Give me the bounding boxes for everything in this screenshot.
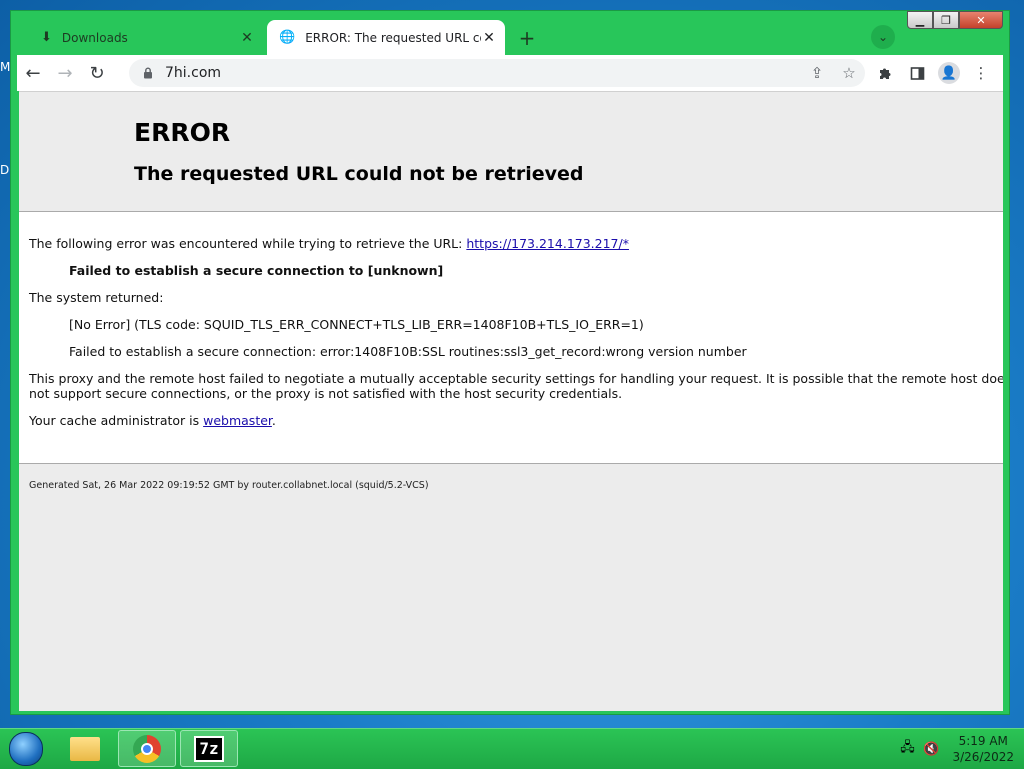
tab-error-page[interactable]: 🌐 ERROR: The requested URL could not be … xyxy=(267,20,505,55)
page-content: ERROR The requested URL could not be ret… xyxy=(19,91,1003,711)
taskbar-7zip[interactable]: 7z xyxy=(180,730,238,767)
window-controls: ▁ ❐ ✕ xyxy=(907,11,1003,29)
lock-icon[interactable] xyxy=(141,67,155,79)
share-icon[interactable]: ⇪ xyxy=(801,59,833,87)
new-tab-button[interactable]: + xyxy=(515,26,539,50)
network-icon[interactable]: 🖧 xyxy=(898,740,916,758)
7zip-icon: 7z xyxy=(194,735,224,762)
clock-date: 3/26/2022 xyxy=(952,750,1014,764)
page-title: ERROR xyxy=(134,118,231,147)
clock-time: 5:19 AM xyxy=(958,734,1008,748)
system-returned-label: The system returned: xyxy=(29,290,164,305)
tab-search-chevron-icon[interactable]: ⌄ xyxy=(871,25,895,49)
error-body: The following error was encountered whil… xyxy=(19,212,1003,464)
intro-line: The following error was encountered whil… xyxy=(29,236,629,251)
chrome-icon xyxy=(133,734,161,763)
admin-suffix: . xyxy=(271,413,276,428)
webmaster-link[interactable]: webmaster xyxy=(203,413,272,428)
address-url[interactable]: 7hi.com xyxy=(165,65,801,81)
reload-button[interactable]: ↻ xyxy=(81,57,113,89)
extensions-puzzle-icon[interactable] xyxy=(869,57,901,89)
desktop-icon-label: D xyxy=(0,163,10,177)
toolbar-actions: 👤 ⋮ xyxy=(869,57,997,89)
tab-strip: ⬇ Downloads ✕ 🌐 ERROR: The requested URL… xyxy=(11,11,1009,55)
taskbar-chrome[interactable] xyxy=(118,730,176,767)
folder-icon xyxy=(70,736,100,761)
system-tray: 🖧 🔇 5:19 AM 3/26/2022 xyxy=(898,733,1014,765)
tls-code-text: [No Error] (TLS code: SQUID_TLS_ERR_CONN… xyxy=(69,317,644,332)
tab-title: ERROR: The requested URL could not be re… xyxy=(305,30,481,45)
start-button[interactable] xyxy=(6,731,46,767)
browser-toolbar: ← → ↻ 7hi.com ⇪ ☆ 👤 ⋮ xyxy=(17,55,1003,91)
clock[interactable]: 5:19 AM 3/26/2022 xyxy=(952,733,1014,765)
proxy-explanation-line1: This proxy and the remote host failed to… xyxy=(29,371,1003,386)
browser-window: ⬇ Downloads ✕ 🌐 ERROR: The requested URL… xyxy=(10,10,1010,715)
taskbar: 7z 🖧 🔇 5:19 AM 3/26/2022 xyxy=(0,728,1024,769)
maximize-button[interactable]: ❐ xyxy=(933,11,959,29)
close-window-button[interactable]: ✕ xyxy=(959,11,1003,29)
desktop-icon-label: M xyxy=(0,60,11,74)
error-header: ERROR The requested URL could not be ret… xyxy=(19,92,1003,212)
forward-button[interactable]: → xyxy=(49,57,81,89)
requested-url-link[interactable]: https://173.214.173.217/* xyxy=(466,236,629,251)
minimize-button[interactable]: ▁ xyxy=(907,11,933,29)
globe-icon: 🌐 xyxy=(279,30,296,45)
proxy-explanation-line2: not support secure connections, or the p… xyxy=(29,386,623,401)
menu-kebab-icon[interactable]: ⋮ xyxy=(965,57,997,89)
address-bar[interactable]: 7hi.com ⇪ ☆ xyxy=(129,59,865,87)
back-button[interactable]: ← xyxy=(17,57,49,89)
close-tab-icon[interactable]: ✕ xyxy=(481,30,497,46)
admin-prefix: Your cache administrator is xyxy=(29,413,204,428)
taskbar-file-explorer[interactable] xyxy=(56,730,114,767)
page-subtitle: The requested URL could not be retrieved xyxy=(134,163,584,185)
side-panel-icon[interactable] xyxy=(901,57,933,89)
download-icon: ⬇ xyxy=(41,30,52,45)
generated-footer: Generated Sat, 26 Mar 2022 09:19:52 GMT … xyxy=(29,480,429,491)
ssl-error-text: Failed to establish a secure connection:… xyxy=(69,344,747,359)
windows-orb-icon xyxy=(9,732,43,766)
tab-title: Downloads xyxy=(61,30,128,45)
volume-muted-icon[interactable]: 🔇 xyxy=(922,740,940,758)
tab-downloads[interactable]: ⬇ Downloads ✕ xyxy=(27,20,265,55)
close-tab-icon[interactable]: ✕ xyxy=(239,30,255,46)
person-icon: 👤 xyxy=(938,62,960,84)
failed-secure-text: Failed to establish a secure connection … xyxy=(69,263,444,278)
bookmark-star-icon[interactable]: ☆ xyxy=(833,59,865,87)
intro-text: The following error was encountered whil… xyxy=(29,236,467,251)
profile-avatar[interactable]: 👤 xyxy=(933,57,965,89)
admin-line: Your cache administrator is webmaster. xyxy=(29,413,276,428)
